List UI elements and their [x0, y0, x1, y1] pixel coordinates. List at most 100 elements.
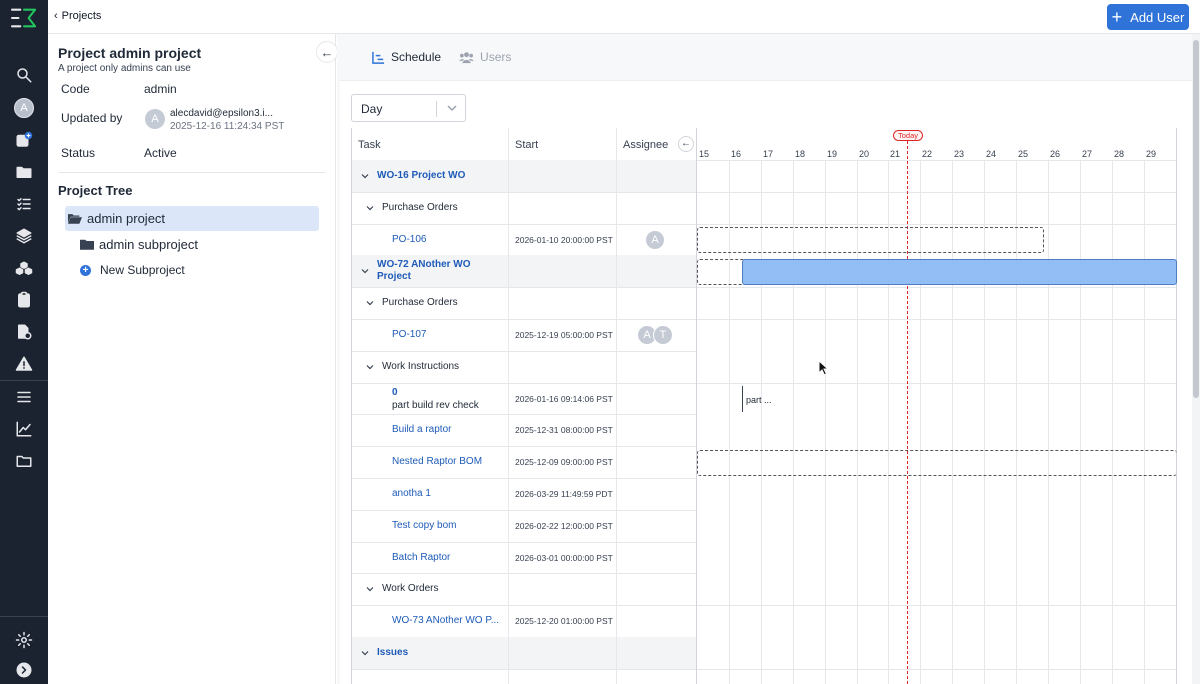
section-row-title: Purchase Orders [382, 201, 458, 213]
list-icon[interactable] [12, 385, 36, 409]
row-divider [351, 414, 697, 415]
header-start: Start [515, 139, 539, 151]
task-link[interactable]: PO-107 [392, 329, 502, 340]
date-tick: 15 [699, 149, 710, 159]
today-line [907, 141, 908, 684]
parts-icon[interactable] [12, 257, 36, 281]
breadcrumb[interactable]: ‹ Projects [54, 10, 101, 22]
start-date: 2026-01-16 09:14:06 PST [515, 393, 613, 404]
date-tick: 25 [1018, 149, 1029, 159]
task-link[interactable]: Nested Raptor BOM [392, 456, 502, 467]
mouse-cursor-icon [818, 360, 830, 376]
assignee-avatar[interactable]: T [653, 325, 673, 345]
date-tick: 23 [954, 149, 965, 159]
column-divider [696, 128, 697, 684]
checklist-icon[interactable] [12, 192, 36, 216]
task-link[interactable]: WO-73 ANother WO P... [392, 615, 502, 626]
column-divider [616, 128, 617, 684]
file-clock-icon[interactable] [12, 320, 36, 344]
status-value: Active [144, 146, 177, 160]
new-item-icon[interactable] [12, 128, 36, 152]
column-divider [508, 128, 509, 684]
chart-icon[interactable] [12, 417, 36, 441]
vertical-scrollbar[interactable] [1192, 34, 1200, 684]
project-subtitle: A project only admins can use [58, 63, 191, 74]
new-subproject-button[interactable]: + New Subproject [80, 260, 185, 280]
chevron-down-icon[interactable] [366, 299, 374, 307]
date-tick: 18 [795, 149, 806, 159]
chevron-down-icon[interactable] [366, 585, 374, 593]
section-row-title: Work Instructions [382, 360, 460, 372]
row-divider [351, 669, 1177, 670]
arrow-left-icon: ← [681, 138, 691, 149]
status-label: Status [61, 146, 96, 160]
arrow-left-icon: ← [320, 44, 334, 60]
assignee-avatar[interactable]: A [645, 229, 665, 250]
tab-schedule[interactable]: Schedule [372, 50, 441, 64]
collapse-columns-button[interactable]: ← [678, 136, 694, 152]
tree-item-label: admin project [87, 211, 166, 226]
project-panel: Project admin project A project only adm… [48, 34, 338, 684]
day-gridline [1048, 160, 1049, 684]
tab-users-label: Users [480, 50, 512, 64]
folder-icon[interactable] [12, 160, 36, 184]
task-link[interactable]: PO-106 [392, 234, 502, 245]
chevron-right-circle-icon[interactable] [12, 658, 36, 682]
task-bar-nested-raptor-bom[interactable] [697, 450, 1177, 476]
chevron-down-icon[interactable] [366, 363, 374, 371]
tree-item-admin-subproject[interactable]: admin subproject [80, 234, 198, 254]
grid-border-right [1176, 128, 1177, 684]
start-date: 2025-12-09 09:00:00 PST [515, 457, 613, 468]
task-link[interactable]: Batch Raptor [392, 552, 502, 563]
group-row-title[interactable]: Issues [377, 647, 502, 659]
group-row-title[interactable]: WO-16 Project WO [377, 170, 502, 182]
breadcrumb-projects[interactable]: Projects [62, 10, 102, 22]
divider [58, 172, 326, 173]
date-tick: 20 [859, 149, 870, 159]
date-tick: 16 [731, 149, 742, 159]
task-subtitle: part build rev check [392, 399, 479, 411]
chevron-down-icon[interactable] [361, 267, 369, 275]
gantt-icon [372, 51, 385, 64]
folder-outline-icon[interactable] [12, 449, 36, 473]
row-divider [351, 446, 697, 447]
view-select[interactable]: Day [351, 94, 466, 122]
chevron-down-icon[interactable] [361, 172, 369, 180]
clipboard-icon[interactable] [12, 288, 36, 312]
new-subproject-label: New Subproject [100, 263, 185, 277]
row-divider [351, 478, 697, 479]
chevron-down-icon[interactable] [366, 204, 374, 212]
task-link[interactable]: Build a raptor [392, 424, 502, 435]
row-divider [351, 605, 1177, 606]
task-link[interactable]: anotha 1 [392, 488, 502, 499]
header-assignee: Assignee [623, 139, 669, 151]
task-link[interactable]: Test copy bom [392, 520, 502, 531]
add-user-button[interactable]: + Add User [1107, 4, 1189, 30]
plus-circle-icon: + [80, 264, 91, 276]
scrollbar-thumb[interactable] [1193, 40, 1199, 398]
gear-icon[interactable] [12, 628, 36, 652]
section-row-title: Work Orders [382, 583, 439, 595]
warning-icon[interactable] [12, 352, 36, 376]
tree-item-admin-project[interactable]: admin project [65, 206, 319, 231]
rail-divider [0, 616, 48, 617]
folder-icon [80, 239, 94, 250]
epsilon3-logo[interactable] [8, 5, 40, 31]
layers-icon[interactable] [12, 224, 36, 248]
row-divider [351, 224, 1177, 225]
collapse-panel-button[interactable]: ← [316, 41, 338, 63]
milestone-marker[interactable] [742, 386, 743, 412]
nav-rail: A [0, 0, 48, 684]
avatar[interactable]: A [12, 96, 36, 120]
group-row-title[interactable]: WO-72 ANother WO Project [377, 259, 502, 283]
avatar: A [145, 109, 165, 129]
search-icon[interactable] [12, 63, 36, 87]
folder-open-icon [68, 214, 82, 224]
task-bar-wo-72[interactable] [742, 259, 1177, 285]
chevron-down-icon[interactable] [361, 649, 369, 657]
code-label: Code [61, 82, 90, 96]
tab-users[interactable]: Users [459, 50, 511, 64]
task-bar-po-106[interactable] [697, 227, 1044, 253]
date-tick: 27 [1082, 149, 1093, 159]
task-link[interactable]: 0 [392, 387, 398, 398]
